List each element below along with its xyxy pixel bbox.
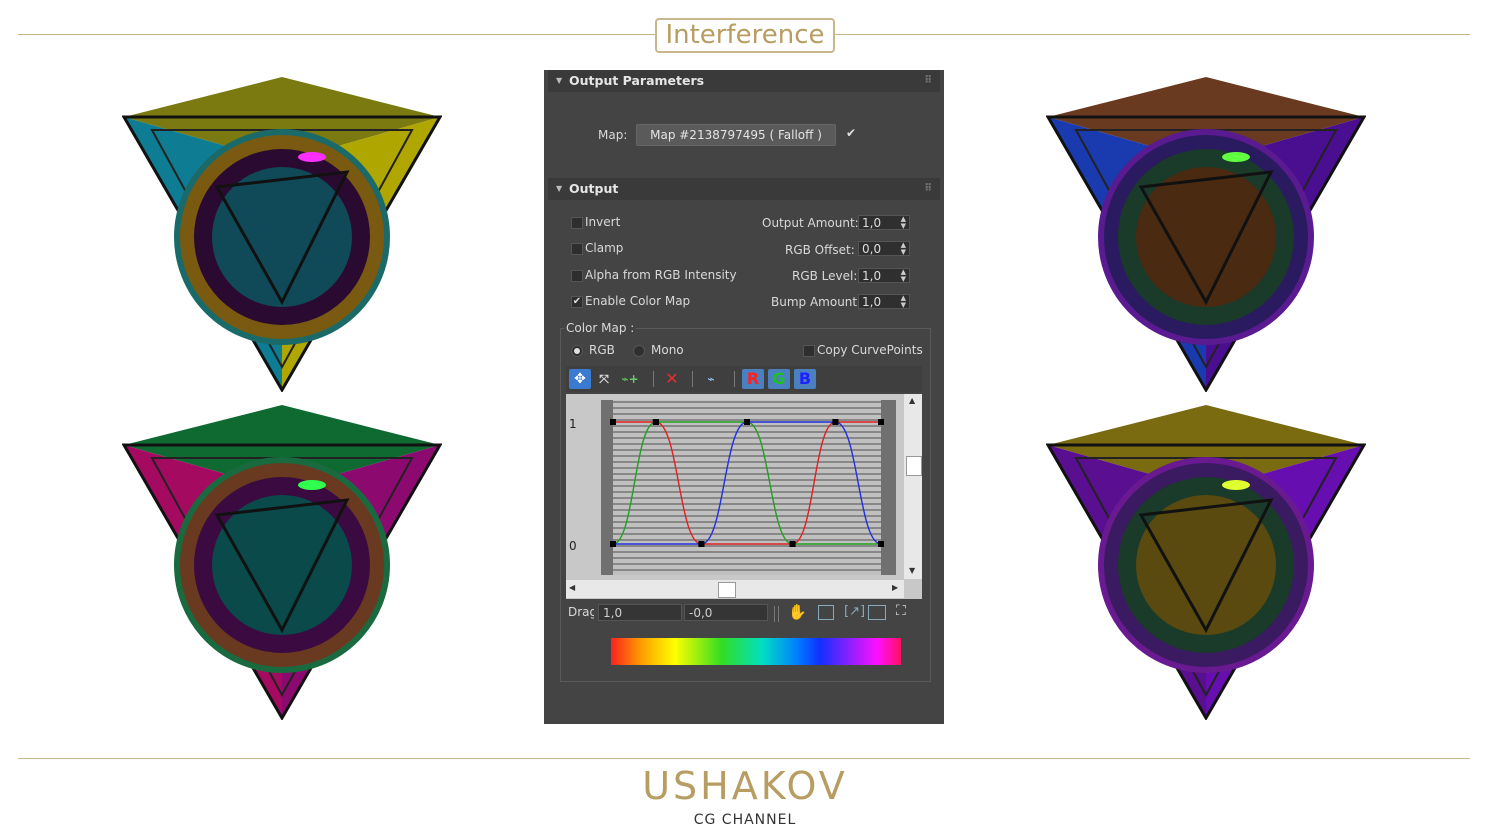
rgb-radio-label: RGB: [589, 343, 615, 357]
toolbar-separator: [734, 371, 735, 387]
rgb-level-value: 1,0: [862, 269, 882, 283]
drag-x-field[interactable]: 1,0: [598, 604, 682, 621]
rgb-radio[interactable]: [571, 345, 583, 357]
clamp-checkbox[interactable]: [571, 243, 583, 255]
cube-render-bottom-right: [1046, 400, 1366, 720]
mono-radio-label: Mono: [651, 343, 684, 357]
color-map-gradient: [611, 638, 901, 665]
scroll-down-icon[interactable]: ▼: [909, 566, 915, 575]
grip-icon: ⠿: [924, 75, 932, 86]
collapse-triangle-icon: ▼: [556, 76, 563, 85]
curve-point-red[interactable]: [878, 419, 884, 425]
graph-horizontal-scrollbar[interactable]: ◀ ▶: [566, 580, 904, 598]
zoom-region-icon[interactable]: ⛶: [896, 603, 906, 619]
reset-icon[interactable]: ⌁: [700, 369, 722, 389]
spinner-arrows-icon[interactable]: ▲ ▼: [901, 295, 906, 309]
curve-point-red[interactable]: [610, 419, 616, 425]
curve-graph[interactable]: 1 0: [566, 394, 922, 599]
cube-render-bottom-left: [122, 400, 442, 720]
output-amount-label: Output Amount:: [762, 216, 859, 230]
rollout-title: Output: [569, 181, 619, 196]
output-amount-value: 1,0: [862, 216, 882, 230]
clamp-label: Clamp: [585, 241, 624, 255]
curve-toolbar: ✥ ⤧ ⌁+ ✕ ⌁ R G B: [566, 366, 922, 392]
footer-rule: [18, 758, 1470, 759]
spinner-arrows-icon[interactable]: ▲ ▼: [901, 242, 906, 256]
curve-point-blue[interactable]: [832, 419, 839, 425]
rgb-offset-spinner[interactable]: 0,0 ▲ ▼: [858, 241, 910, 256]
invert-label: Invert: [585, 215, 621, 229]
invert-checkbox[interactable]: [571, 217, 583, 229]
y-tick-1: 1: [569, 417, 577, 431]
scroll-left-icon[interactable]: ◀: [569, 583, 575, 592]
scale-icon[interactable]: ⤧: [593, 369, 615, 389]
page-title: Interference: [655, 18, 835, 53]
channel-b-button[interactable]: B: [794, 369, 816, 389]
scroll-thumb[interactable]: [906, 456, 922, 476]
brand-subtitle: CG CHANNEL: [693, 812, 797, 828]
curve-plot[interactable]: 1 0: [566, 394, 904, 579]
rgb-level-label: RGB Level:: [792, 269, 858, 283]
output-amount-spinner[interactable]: 1,0 ▲ ▼: [858, 215, 910, 230]
spinner-arrows-icon[interactable]: ▲ ▼: [901, 216, 906, 230]
curve-point-green[interactable]: [652, 419, 659, 425]
zoom-extents-icon[interactable]: [818, 605, 834, 620]
map-label: Map:: [598, 128, 628, 142]
rollout-output-parameters[interactable]: ▼ Output Parameters ⠿: [548, 70, 940, 92]
bump-amount-value: 1,0: [862, 295, 882, 309]
alpha-rgb-label: Alpha from RGB Intensity: [585, 268, 737, 282]
toolbar-separator: [692, 371, 693, 387]
curve-point-blue[interactable]: [610, 541, 616, 547]
y-tick-0: 0: [569, 539, 577, 553]
copy-curvepoints-checkbox[interactable]: [803, 345, 815, 357]
output-panel: ▼ Output Parameters ⠿ Map: Map #21387974…: [544, 70, 944, 724]
color-map-label: Color Map :: [564, 321, 637, 335]
zoom-h-icon[interactable]: [↗]: [844, 604, 865, 619]
channel-r-button[interactable]: R: [742, 369, 764, 389]
copy-curvepoints-label: Copy CurvePoints: [817, 343, 923, 357]
toolbar-separator: [778, 606, 779, 622]
rgb-level-spinner[interactable]: 1,0 ▲ ▼: [858, 268, 910, 283]
enable-color-map-label: Enable Color Map: [585, 294, 691, 308]
map-button[interactable]: Map #2138797495 ( Falloff ): [636, 124, 836, 146]
curve-point-blue[interactable]: [744, 419, 750, 425]
curve-statusbar: Drag 1,0 -0,0 ✋ [↗] ⛶: [566, 602, 922, 624]
rollout-title: Output Parameters: [569, 73, 705, 88]
bump-amount-spinner[interactable]: 1,0 ▲ ▼: [858, 294, 910, 309]
curve-point-blue[interactable]: [698, 541, 705, 547]
curve-point-blue[interactable]: [878, 541, 884, 547]
spinner-arrows-icon[interactable]: ▲ ▼: [901, 269, 906, 283]
mono-radio[interactable]: [633, 345, 645, 357]
grip-icon: ⠿: [924, 183, 932, 194]
curve-point-green[interactable]: [789, 541, 796, 547]
graph-vertical-scrollbar[interactable]: ▲ ▼: [904, 394, 922, 579]
zoom-v-icon[interactable]: [868, 605, 886, 620]
collapse-triangle-icon: ▼: [556, 184, 563, 193]
drag-y-field[interactable]: -0,0: [684, 604, 768, 621]
drag-label: Drag: [568, 605, 594, 619]
move-icon[interactable]: ✥: [569, 369, 591, 389]
cube-render-top-right: [1046, 72, 1366, 392]
delete-icon[interactable]: ✕: [661, 369, 683, 389]
brand-logo: USHAKOV: [642, 764, 848, 808]
rollout-output[interactable]: ▼ Output ⠿: [548, 178, 940, 200]
scroll-thumb[interactable]: [718, 582, 736, 598]
scroll-right-icon[interactable]: ▶: [892, 583, 898, 592]
bump-amount-label: Bump Amount:: [771, 295, 862, 309]
alpha-rgb-checkbox[interactable]: [571, 270, 583, 282]
rgb-offset-value: 0,0: [862, 242, 882, 256]
pan-hand-icon[interactable]: ✋: [788, 603, 807, 621]
map-enabled-checkbox[interactable]: ✔: [846, 126, 856, 140]
scroll-up-icon[interactable]: ▲: [909, 396, 915, 405]
toolbar-separator: [653, 371, 654, 387]
add-point-icon[interactable]: ⌁+: [619, 369, 641, 389]
enable-color-map-checkbox[interactable]: ✔: [571, 296, 583, 308]
rgb-offset-label: RGB Offset:: [785, 243, 855, 257]
channel-g-button[interactable]: G: [768, 369, 790, 389]
toolbar-separator: [774, 606, 775, 622]
cube-render-top-left: [122, 72, 442, 392]
